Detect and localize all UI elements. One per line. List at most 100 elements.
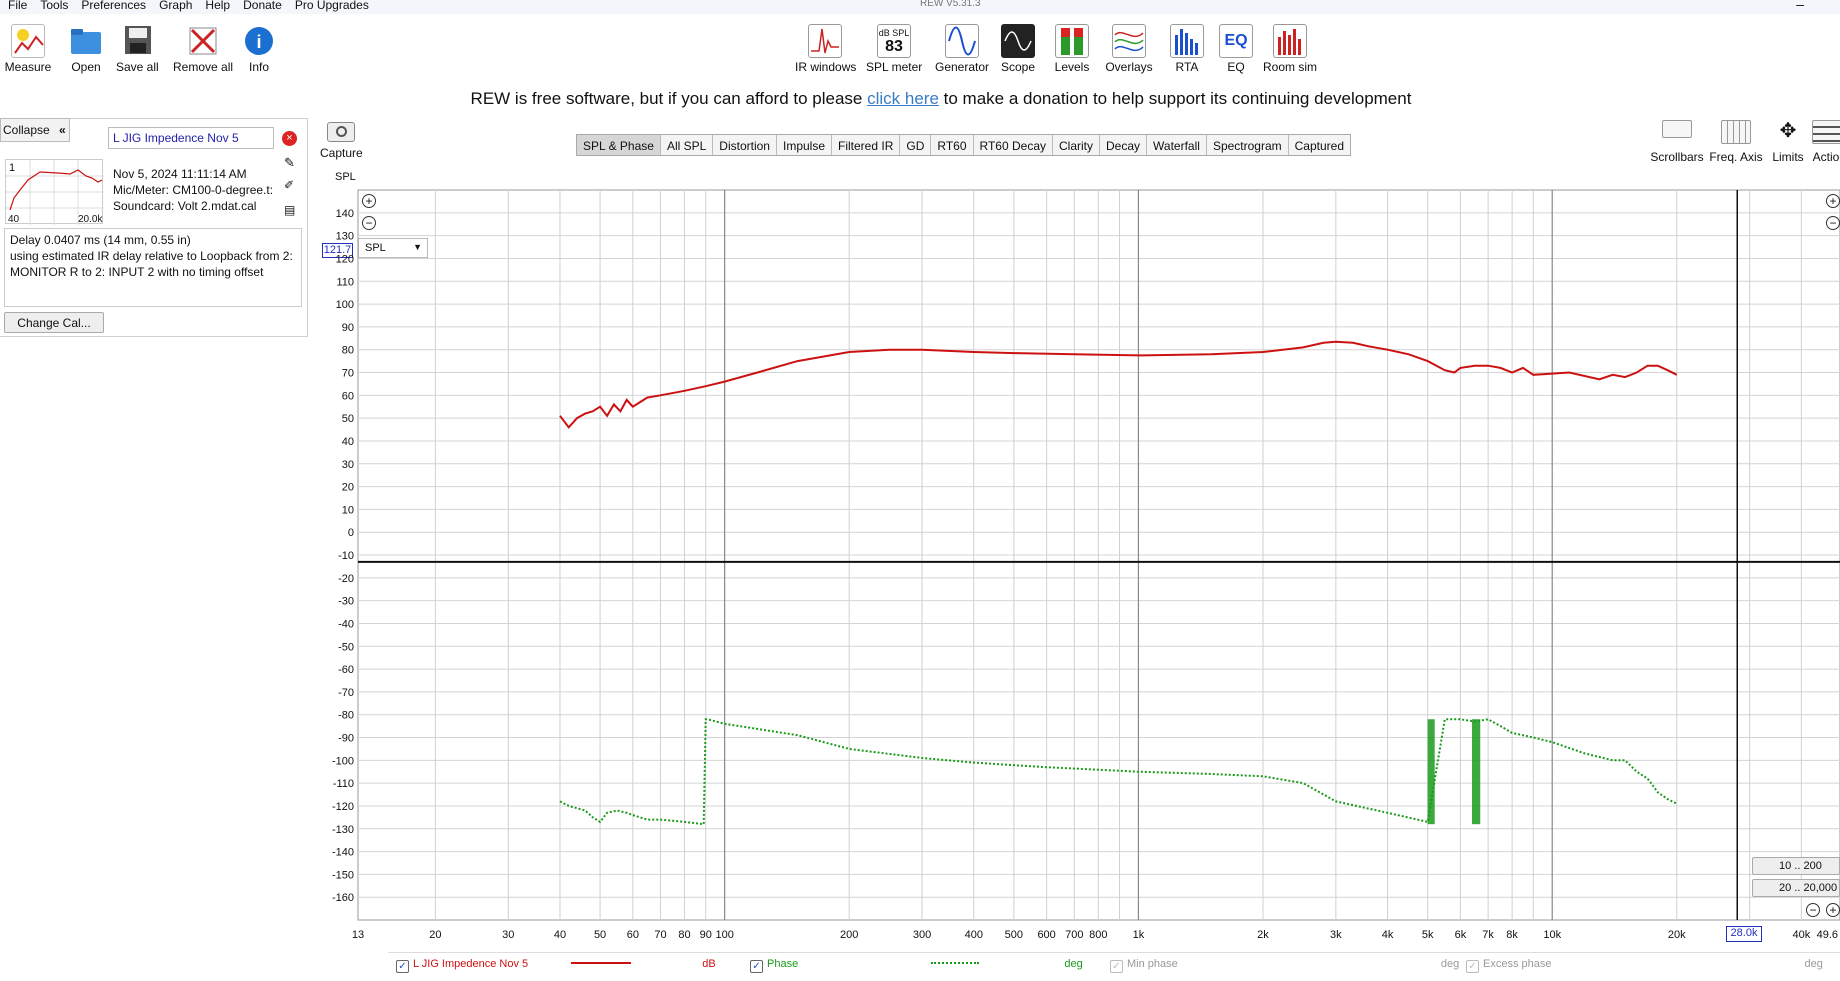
y-tick-label: -30 (338, 596, 354, 608)
remove-all-button[interactable]: Remove all (173, 24, 233, 74)
measurement-info: Nov 5, 2024 11:11:14 AM Mic/Meter: CM100… (113, 166, 273, 214)
y-axis-top-field[interactable]: 121.7 (322, 243, 353, 258)
legend-item-excess-phase[interactable]: ✓ Excess phase deg (1466, 958, 1823, 973)
edit-icon[interactable]: ✐ (284, 178, 294, 192)
menu-donate[interactable]: Donate (243, 0, 282, 12)
tab-rt60-decay[interactable]: RT60 Decay (973, 135, 1053, 155)
measurement-thumbnail[interactable]: 1 40 20.0k (5, 159, 104, 225)
phase-wrap-band (1472, 719, 1481, 825)
tab-gd[interactable]: GD (900, 135, 932, 155)
measurement-soundcard: Soundcard: Volt 2.mdat.cal (113, 199, 257, 213)
zoom-out-right-icon[interactable]: − (1826, 216, 1840, 230)
pencil-icon[interactable]: ✎ (284, 155, 295, 171)
actions-button[interactable]: Actio (1812, 120, 1840, 164)
checkbox-checked-icon[interactable]: ✓ (750, 960, 763, 973)
y-tick-label: -110 (333, 778, 354, 790)
plot-area-border (357, 189, 1840, 921)
range-10-200-button[interactable]: 10 .. 200 (1752, 857, 1840, 875)
rta-button[interactable]: RTA (1168, 24, 1206, 74)
legend-item-min-phase[interactable]: ✓ Min phase deg (1110, 958, 1459, 973)
scope-button[interactable]: Scope (998, 24, 1038, 74)
range-20-20000-button[interactable]: 20 .. 20,000 (1752, 879, 1840, 897)
x-tick-label: 500 (1005, 929, 1023, 941)
delete-measurement-icon[interactable]: × (282, 131, 297, 146)
rta-label: RTA (1175, 60, 1199, 74)
info-button[interactable]: i Info (241, 24, 277, 74)
spl-meter-button[interactable]: dB SPL 83 SPL meter (866, 24, 922, 74)
menu-graph[interactable]: Graph (159, 0, 192, 12)
spl-dropdown[interactable]: SPL ▼ (358, 238, 428, 258)
frequency-cursor-field[interactable]: 28.0k (1726, 926, 1762, 942)
measure-button[interactable]: Measure (4, 24, 52, 74)
menu-file[interactable]: File (8, 0, 27, 12)
menu-bar: File Tools Preferences Graph Help Donate… (0, 0, 374, 12)
y-tick-label: -20 (338, 573, 354, 585)
checkbox-disabled-icon[interactable]: ✓ (1110, 960, 1123, 973)
scrollbars-button[interactable]: Scrollbars (1648, 120, 1706, 164)
measurement-name-field[interactable]: L JIG Impedence Nov 5 (108, 127, 274, 149)
notes-icon[interactable]: ▤ (284, 203, 295, 217)
zoom-out-icon[interactable]: − (362, 216, 376, 230)
zoom-in-x-icon[interactable]: + (1826, 903, 1840, 917)
tab-captured[interactable]: Captured (1288, 135, 1351, 155)
room-sim-button[interactable]: Room sim (1260, 24, 1320, 74)
menu-help[interactable]: Help (205, 0, 230, 12)
x-tick-label: 2k (1257, 929, 1269, 941)
overlays-button[interactable]: Overlays (1104, 24, 1154, 74)
open-button[interactable]: Open (66, 24, 106, 74)
collapse-label: Collapse (3, 123, 50, 137)
zoom-in-icon[interactable]: + (362, 194, 376, 208)
actions-icon (1812, 120, 1840, 144)
x-tick-label: 90 (700, 929, 712, 941)
tab-spl-phase[interactable]: SPL & Phase (577, 135, 661, 155)
legend-item-measurement[interactable]: ✓ L JIG Impedence Nov 5 dB (396, 958, 716, 973)
collapse-button[interactable]: Collapse « (0, 118, 70, 142)
zoom-out-x-icon[interactable]: − (1806, 903, 1820, 917)
tab-impulse[interactable]: Impulse (776, 135, 833, 155)
tab-rt60[interactable]: RT60 (931, 135, 974, 155)
spl-dropdown-value: SPL (365, 242, 386, 254)
change-cal-button[interactable]: Change Cal... (4, 312, 104, 333)
tab-clarity[interactable]: Clarity (1053, 135, 1101, 155)
window-minimize-button[interactable]: – (1796, 0, 1804, 12)
zoom-in-right-icon[interactable]: + (1826, 194, 1840, 208)
tab-distortion[interactable]: Distortion (713, 135, 777, 155)
checkbox-checked-icon[interactable]: ✓ (396, 960, 409, 973)
freq-axis-button[interactable]: Freq. Axis (1708, 120, 1764, 164)
capture-button[interactable]: Capture (320, 122, 363, 160)
delay-notes[interactable]: Delay 0.0407 ms (14 mm, 0.55 in) using e… (4, 228, 302, 307)
thumbnail-x-min: 40 (8, 214, 20, 225)
menu-pro-upgrades[interactable]: Pro Upgrades (295, 0, 369, 12)
legend-item-phase[interactable]: ✓ Phase deg (750, 958, 1083, 973)
donation-link[interactable]: click here (867, 89, 939, 108)
ir-windows-button[interactable]: IR windows (795, 24, 856, 74)
y-tick-label: 0 (348, 527, 354, 539)
menu-tools[interactable]: Tools (40, 0, 68, 12)
tab-all-spl[interactable]: All SPL (660, 135, 714, 155)
freq-axis-label: Freq. Axis (1709, 150, 1763, 164)
y-tick-label: -140 (332, 847, 354, 859)
limits-label: Limits (1772, 150, 1804, 164)
capture-label: Capture (320, 146, 363, 160)
x-tick-label: 200 (840, 929, 858, 941)
y-tick-label: -60 (338, 664, 354, 676)
save-all-button[interactable]: Save all (116, 24, 159, 74)
x-tick-label: 40 (554, 929, 566, 941)
y-tick-label: 70 (342, 368, 354, 380)
measure-label: Measure (4, 60, 52, 74)
window-title: REW V5.31.3 (920, 0, 981, 9)
eq-button[interactable]: EQ EQ (1218, 24, 1254, 74)
delay-line-1: Delay 0.0407 ms (14 mm, 0.55 in) (10, 233, 191, 247)
tab-decay[interactable]: Decay (1100, 135, 1148, 155)
x-tick-label: 7k (1482, 929, 1494, 941)
tab-waterfall[interactable]: Waterfall (1147, 135, 1207, 155)
checkbox-disabled-icon[interactable]: ✓ (1466, 960, 1479, 973)
generator-button[interactable]: Generator (934, 24, 990, 74)
tab-filtered-ir[interactable]: Filtered IR (832, 135, 901, 155)
limits-button[interactable]: ✥ Limits (1768, 120, 1808, 164)
x-tick-label: 400 (965, 929, 983, 941)
levels-button[interactable]: Levels (1052, 24, 1092, 74)
phase-wrap-bands (1427, 719, 1481, 825)
menu-preferences[interactable]: Preferences (81, 0, 146, 12)
tab-spectrogram[interactable]: Spectrogram (1206, 135, 1289, 155)
